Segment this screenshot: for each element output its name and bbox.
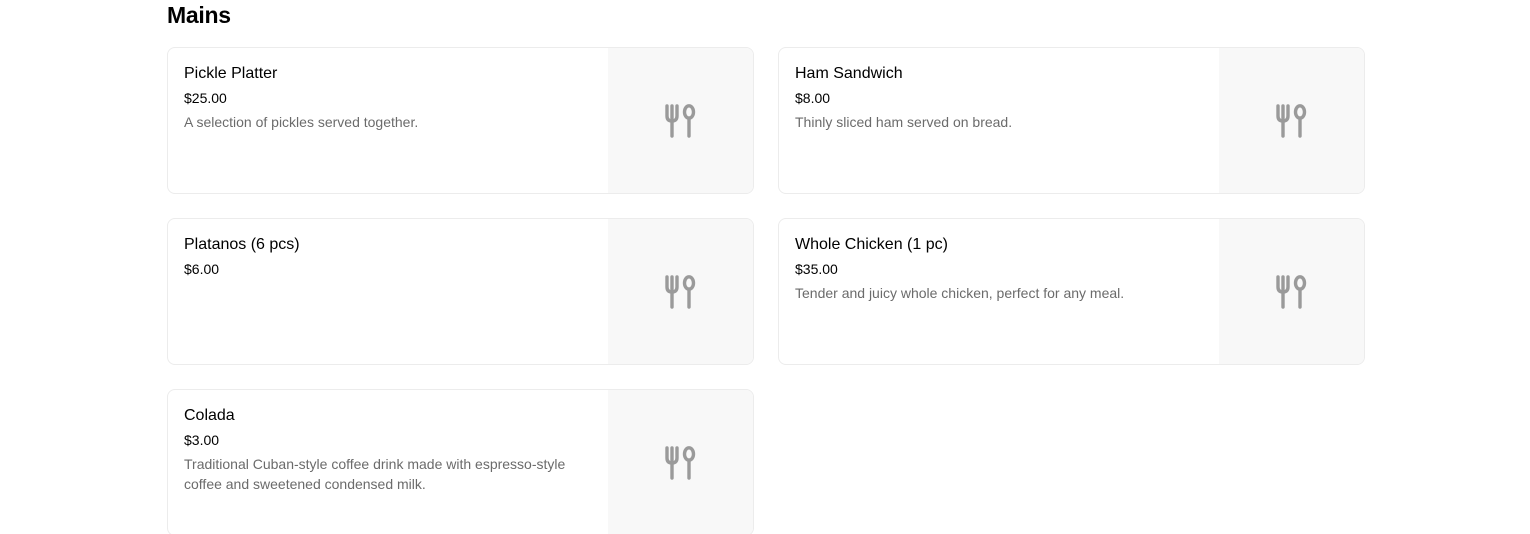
menu-item-card[interactable]: Platanos (6 pcs) $6.00 [167, 218, 754, 365]
menu-item-image-placeholder [608, 219, 753, 364]
utensils-icon [664, 445, 698, 480]
utensils-icon [664, 274, 698, 309]
menu-item-card[interactable]: Whole Chicken (1 pc) $35.00 Tender and j… [778, 218, 1365, 365]
menu-item-details: Whole Chicken (1 pc) $35.00 Tender and j… [779, 219, 1219, 364]
utensils-icon [1275, 103, 1309, 138]
menu-item-name: Colada [184, 407, 235, 424]
menu-item-name: Ham Sandwich [795, 65, 903, 82]
menu-item-description: A selection of pickles served together. [184, 114, 419, 130]
menu-item-details: Ham Sandwich $8.00 Thinly sliced ham ser… [779, 48, 1219, 193]
menu-item-card[interactable]: Ham Sandwich $8.00 Thinly sliced ham ser… [778, 47, 1365, 194]
menu-item-card[interactable]: Pickle Platter $25.00 A selection of pic… [167, 47, 754, 194]
menu-item-description: Tender and juicy whole chicken, perfect … [795, 285, 1125, 301]
utensils-icon [1275, 274, 1309, 309]
menu-item-price: $3.00 [184, 432, 220, 448]
menu-item-price: $35.00 [795, 261, 838, 277]
menu-item-name: Whole Chicken (1 pc) [795, 236, 948, 253]
menu-item-name: Platanos (6 pcs) [184, 236, 300, 253]
menu-item-image-placeholder [608, 390, 753, 534]
menu-item-price: $6.00 [184, 261, 220, 277]
utensils-icon [664, 103, 698, 138]
section-title-mains: Mains [167, 2, 231, 28]
menu-item-description: Thinly sliced ham served on bread. [795, 114, 1013, 130]
menu-items-grid: Pickle Platter $25.00 A selection of pic… [167, 47, 1365, 534]
menu-item-details: Colada $3.00 Traditional Cuban-style cof… [168, 390, 608, 534]
menu-item-price: $25.00 [184, 90, 227, 106]
menu-item-details: Platanos (6 pcs) $6.00 [168, 219, 608, 364]
menu-item-image-placeholder [1219, 48, 1364, 193]
menu-item-name: Pickle Platter [184, 65, 278, 82]
menu-item-image-placeholder [1219, 219, 1364, 364]
menu-item-details: Pickle Platter $25.00 A selection of pic… [168, 48, 608, 193]
menu-item-price: $8.00 [795, 90, 831, 106]
menu-item-image-placeholder [608, 48, 753, 193]
menu-item-card[interactable]: Colada $3.00 Traditional Cuban-style cof… [167, 389, 754, 534]
menu-item-description: Traditional Cuban-style coffee drink mad… [184, 456, 566, 492]
